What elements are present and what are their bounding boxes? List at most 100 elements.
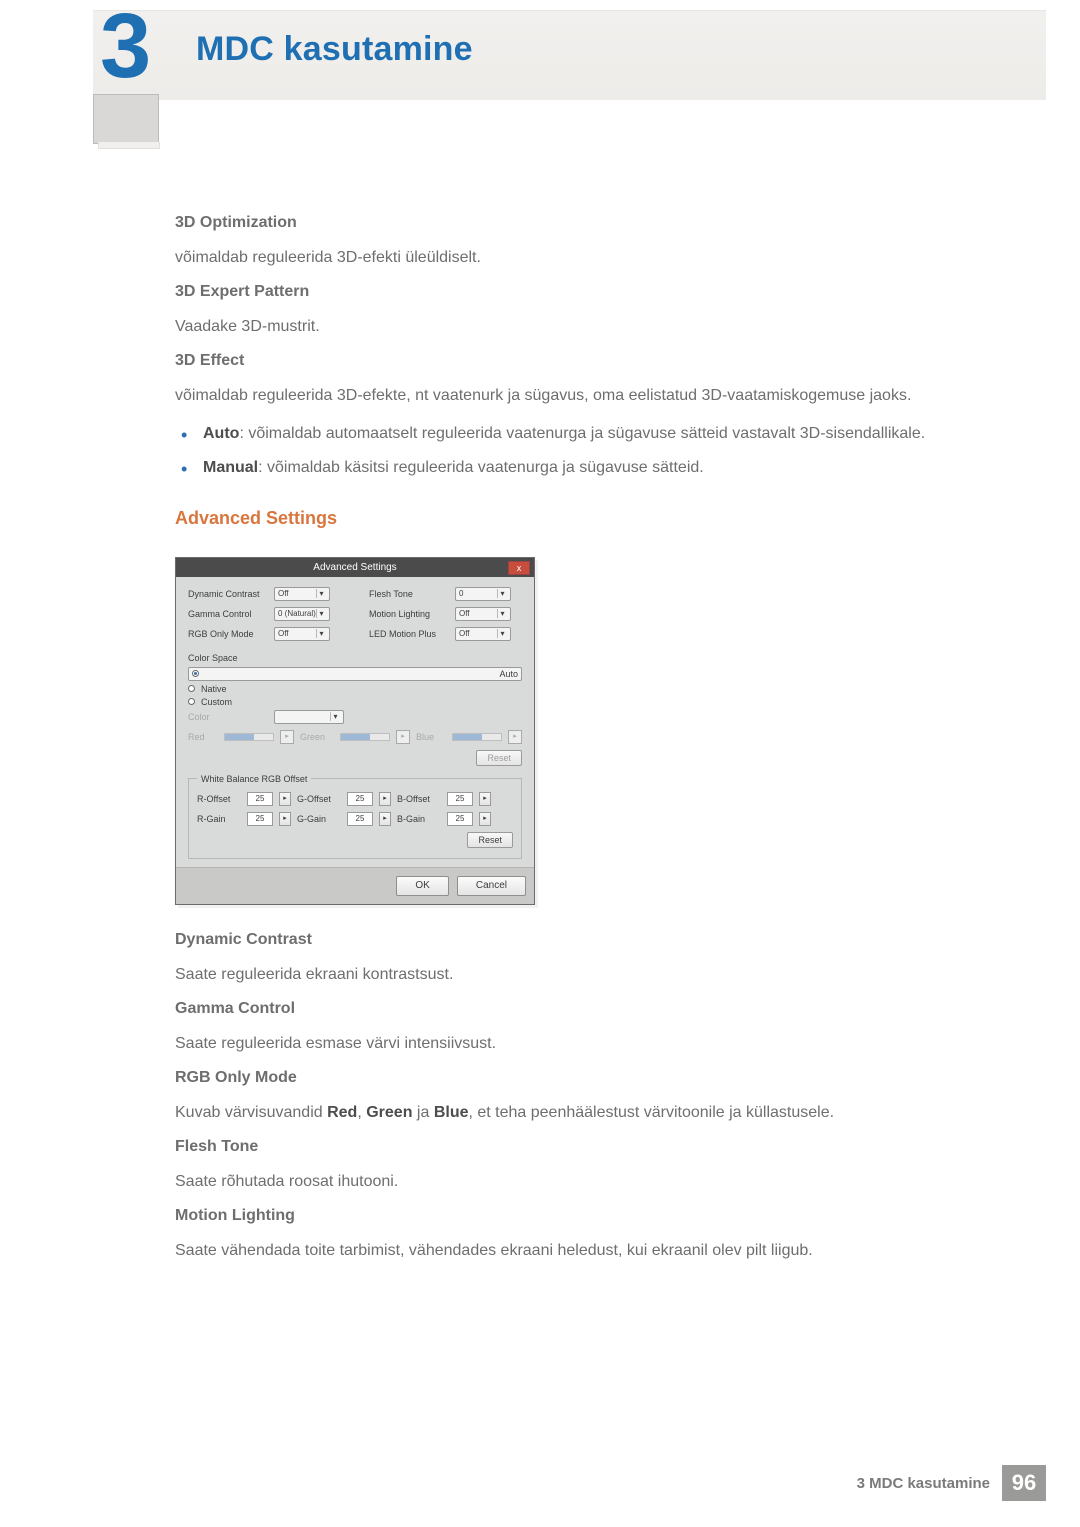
input-r-gain[interactable]: 25 <box>247 812 273 826</box>
slider-green <box>340 733 390 741</box>
row-color-reset: Reset <box>188 750 522 766</box>
value-led-motion-plus: Off <box>459 629 470 638</box>
advanced-settings-dialog: Advanced Settings x Dynamic Contrast Off… <box>175 557 535 905</box>
step-b-gain[interactable]: ▸ <box>479 812 491 826</box>
rgb-sep1: , <box>357 1104 366 1121</box>
label-color: Color <box>188 712 268 722</box>
chevron-down-icon: ▾ <box>316 589 326 598</box>
select-motion-lighting[interactable]: Off ▾ <box>455 607 511 621</box>
input-b-offset[interactable]: 25 <box>447 792 473 806</box>
radio-color-auto[interactable]: Auto <box>188 667 522 681</box>
bullet-manual-text: : võimaldab käsitsi reguleerida vaatenur… <box>258 459 704 476</box>
value-rgb-only: Off <box>278 629 289 638</box>
bullet-auto-text: : võimaldab automaatselt reguleerida vaa… <box>239 425 925 442</box>
spin-red: ▸ <box>280 730 294 744</box>
step-b-offset[interactable]: ▸ <box>479 792 491 806</box>
input-b-gain[interactable]: 25 <box>447 812 473 826</box>
select-rgb-only[interactable]: Off ▾ <box>274 627 330 641</box>
label-r-gain: R-Gain <box>197 814 241 824</box>
text-3d-expert-pattern: Vaadake 3D-mustrit. <box>175 315 1005 338</box>
row-motion-lighting: Motion Lighting Off ▾ <box>369 607 522 621</box>
row-color-select: Color ▾ <box>188 710 522 724</box>
chevron-down-icon: ▾ <box>497 629 507 638</box>
radio-dot-icon <box>192 670 199 677</box>
rgb-red: Red <box>327 1104 357 1121</box>
radio-dot-icon <box>188 685 195 692</box>
input-r-offset[interactable]: 25 <box>247 792 273 806</box>
label-dynamic-contrast: Dynamic Contrast <box>188 589 268 599</box>
chevron-down-icon: ▾ <box>316 609 326 618</box>
select-color: ▾ <box>274 710 344 724</box>
rgb-and: ja <box>412 1104 433 1121</box>
select-gamma-control[interactable]: 0 (Natural) ▾ <box>274 607 330 621</box>
select-led-motion-plus[interactable]: Off ▾ <box>455 627 511 641</box>
bullet-manual-label: Manual <box>203 459 258 476</box>
spin-green: ▸ <box>396 730 410 744</box>
chapter-graphic <box>85 94 170 154</box>
chapter-number: 3 <box>100 0 151 92</box>
label-r-offset: R-Offset <box>197 794 241 804</box>
select-dynamic-contrast[interactable]: Off ▾ <box>274 587 330 601</box>
chapter-title: MDC kasutamine <box>196 30 473 69</box>
label-b-gain: B-Gain <box>397 814 441 824</box>
select-flesh-tone[interactable]: 0 ▾ <box>455 587 511 601</box>
slider-red <box>224 733 274 741</box>
heading-rgb-only-mode: RGB Only Mode <box>175 1069 1005 1087</box>
value-flesh-tone: 0 <box>459 589 463 598</box>
radio-label-custom: Custom <box>201 697 232 707</box>
bullet-auto-label: Auto <box>203 425 239 442</box>
text-gamma-control: Saate reguleerida esmase värvi intensiiv… <box>175 1032 1005 1055</box>
label-slider-blue: Blue <box>416 732 446 742</box>
label-flesh-tone: Flesh Tone <box>369 589 449 599</box>
radio-label-native: Native <box>201 684 227 694</box>
slider-blue <box>452 733 502 741</box>
step-r-offset[interactable]: ▸ <box>279 792 291 806</box>
row-dynamic-contrast: Dynamic Contrast Off ▾ <box>188 587 341 601</box>
cancel-button[interactable]: Cancel <box>457 876 526 896</box>
label-slider-green: Green <box>300 732 334 742</box>
value-gamma-control: 0 (Natural) <box>278 609 316 618</box>
group-white-balance: White Balance RGB Offset R-Offset 25 ▸ G… <box>188 774 522 859</box>
group-color-space: Color Space <box>188 653 522 663</box>
radio-color-native[interactable]: Native <box>188 684 522 694</box>
heading-3d-expert-pattern: 3D Expert Pattern <box>175 283 1005 301</box>
heading-dynamic-contrast: Dynamic Contrast <box>175 931 1005 949</box>
rgb-green: Green <box>366 1104 412 1121</box>
heading-3d-effect: 3D Effect <box>175 352 1005 370</box>
input-g-gain[interactable]: 25 <box>347 812 373 826</box>
color-reset-button: Reset <box>476 750 522 766</box>
text-dynamic-contrast: Saate reguleerida ekraani kontrastsust. <box>175 963 1005 986</box>
ok-button[interactable]: OK <box>396 876 448 896</box>
step-g-offset[interactable]: ▸ <box>379 792 391 806</box>
value-motion-lighting: Off <box>459 609 470 618</box>
label-slider-red: Red <box>188 732 218 742</box>
row-led-motion-plus: LED Motion Plus Off ▾ <box>369 627 522 641</box>
close-icon[interactable]: x <box>508 561 530 575</box>
row-gamma-control: Gamma Control 0 (Natural) ▾ <box>188 607 341 621</box>
rgb-pre: Kuvab värvisuvandid <box>175 1104 327 1121</box>
label-motion-lighting: Motion Lighting <box>369 609 449 619</box>
row-color-sliders: Red ▸ Green ▸ Blue ▸ <box>188 730 522 744</box>
label-g-gain: G-Gain <box>297 814 341 824</box>
wb-reset-button[interactable]: Reset <box>467 832 513 848</box>
text-3d-optimization: võimaldab reguleerida 3D-efekti üleüldis… <box>175 246 1005 269</box>
heading-gamma-control: Gamma Control <box>175 1000 1005 1018</box>
text-rgb-only-mode: Kuvab värvisuvandid Red, Green ja Blue, … <box>175 1101 1005 1124</box>
chevron-down-icon: ▾ <box>330 712 340 721</box>
heading-3d-optimization: 3D Optimization <box>175 214 1005 232</box>
spin-blue: ▸ <box>508 730 522 744</box>
chevron-down-icon: ▾ <box>316 629 326 638</box>
label-led-motion-plus: LED Motion Plus <box>369 629 449 639</box>
effect-bullets: Auto: võimaldab automaatselt reguleerida… <box>175 422 1005 480</box>
row-flesh-tone: Flesh Tone 0 ▾ <box>369 587 522 601</box>
step-g-gain[interactable]: ▸ <box>379 812 391 826</box>
dialog-title: Advanced Settings <box>313 562 396 573</box>
step-r-gain[interactable]: ▸ <box>279 812 291 826</box>
rgb-blue: Blue <box>434 1104 469 1121</box>
radio-color-custom[interactable]: Custom <box>188 697 522 707</box>
value-dynamic-contrast: Off <box>278 589 289 598</box>
row-rgb-only: RGB Only Mode Off ▾ <box>188 627 341 641</box>
input-g-offset[interactable]: 25 <box>347 792 373 806</box>
chevron-down-icon: ▾ <box>497 589 507 598</box>
chevron-down-icon: ▾ <box>497 609 507 618</box>
